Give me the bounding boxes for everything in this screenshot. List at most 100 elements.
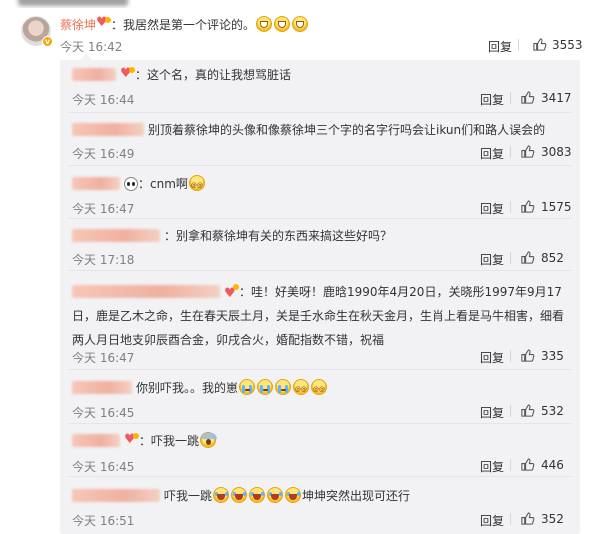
reply-list: ：这个名，真的让我想骂脏话 今天 16:44 回复 3417 别顶着蔡徐坤的头像… [60,54,580,534]
heart-member-icon [96,15,112,31]
reply-body: ：这个名，真的让我想骂脏话 [135,68,292,82]
reply-button[interactable]: 回复 [480,512,504,529]
reply-body: 坤坤突然出现可还行 [302,489,411,503]
reply-time: 今天 16:49 [72,147,135,161]
main-comment: v 蔡徐坤 ：我居然是第一个评论的。 今天 16:42 回复 3553 [0,8,601,60]
verified-badge-icon: v [42,36,53,47]
reply-time: 今天 16:51 [72,514,135,528]
blurred-username[interactable] [72,229,160,242]
reply-text: ：这个名，真的让我想骂脏话 [72,65,572,84]
blurred-username[interactable] [72,489,160,502]
like-count: 446 [541,457,564,472]
reply-text: 你别吓我。。我的崽 [72,379,572,399]
blurred-username[interactable] [72,177,120,190]
blurred-username[interactable] [72,381,132,394]
like-button[interactable]: 532 [520,403,564,418]
divider [510,146,511,158]
crying-emoji-icon [275,379,292,395]
divider [518,39,519,51]
divider [510,405,511,417]
list-item: ：这个名，真的让我想骂脏话 今天 16:44 回复 3417 [60,60,580,112]
reply-body: 日，鹿是乙木之命，生在春天辰土月，关是壬水命生在秋天金月，生肖上看是马牛相害，细… [72,309,565,323]
like-count: 532 [541,403,564,418]
blurred-username[interactable] [72,123,144,136]
reply-text: ：别拿和蔡徐坤有关的东西来搞这些好吗？ [72,227,572,245]
divider [510,459,511,471]
reply-text: 吓我一跳 坤坤突然出现可还行 [72,487,572,505]
like-button[interactable]: 1575 [520,199,572,214]
reply-time: 今天 16:45 [72,460,135,474]
panda-icon [124,177,138,191]
like-button[interactable]: 3417 [520,90,572,105]
scared-emoji-icon [200,432,218,448]
blurred-username[interactable] [72,68,116,81]
grin-emoji-icon [274,16,291,32]
like-button[interactable]: 852 [520,250,564,265]
reply-time: 今天 16:47 [72,202,135,216]
crying-emoji-icon [239,379,256,395]
reply-time: 今天 16:45 [72,406,135,420]
list-item: ：cnm啊 今天 16:47 回复 1575 [60,165,580,218]
like-count: 3553 [552,37,583,52]
divider [510,201,511,213]
reply-button[interactable]: 回复 [488,38,512,55]
list-item: ：别拿和蔡徐坤有关的东西来搞这些好吗？ 今天 17:18 回复 852 [60,218,580,270]
laughing-emoji-icon [285,487,302,503]
reply-body: ：cnm啊 [138,177,188,191]
reply-button[interactable]: 回复 [480,145,504,162]
reply-body: ：别拿和蔡徐坤有关的东西来搞这些好吗？ [164,229,393,243]
divider [510,92,511,104]
comment-body: ：我居然是第一个评论的。 [111,18,256,32]
reply-text: ：吓我一跳 [72,431,572,450]
reply-body: 别顶着蔡徐坤的头像和像蔡徐坤三个字的名字行吗会让ikun们和路人误会的 [148,123,546,137]
like-button[interactable]: 335 [520,348,564,363]
dizzy-emoji-icon [311,379,328,399]
laughing-emoji-icon [249,487,266,503]
like-count: 3417 [541,90,572,105]
blurred-username[interactable] [72,285,220,298]
reply-button[interactable]: 回复 [480,349,504,366]
dizzy-emoji-icon [188,175,205,195]
list-item: 吓我一跳 坤坤突然出现可还行 今天 16:51 回复 352 [60,476,580,534]
divider [510,513,511,525]
divider [510,350,511,362]
reply-text: ：哇！好美呀！鹿晗1990年4月20日，关晓彤1997年9月17 日，鹿是乙木之… [72,280,572,352]
reply-button[interactable]: 回复 [480,200,504,217]
thumbs-up-icon [521,200,535,213]
like-button[interactable]: 3553 [532,37,583,52]
like-count: 3083 [541,144,572,159]
reply-button[interactable]: 回复 [480,458,504,475]
divider [510,252,511,264]
reply-button[interactable]: 回复 [480,91,504,108]
laughing-emoji-icon [231,487,248,503]
reply-time: 今天 17:18 [72,253,135,267]
like-button[interactable]: 352 [520,511,564,526]
laughing-emoji-icon [267,487,284,503]
list-item: 你别吓我。。我的崽 今天 16:45 回复 532 [60,369,580,423]
reply-button[interactable]: 回复 [480,251,504,268]
comment-time: 今天 16:42 [60,40,123,54]
reply-body: 你别吓我。。我的崽 [136,381,239,395]
heart-member-icon [120,65,135,83]
like-button[interactable]: 446 [520,457,564,472]
comment-text: 蔡徐坤 ：我居然是第一个评论的。 [60,15,309,33]
thumbs-up-icon [521,145,535,158]
thumbs-up-icon [521,91,535,104]
reply-button[interactable]: 回复 [480,404,504,421]
thumbs-up-icon [521,404,535,417]
reply-time: 今天 16:47 [72,351,135,365]
blurred-username[interactable] [72,434,120,447]
reply-time: 今天 16:44 [72,93,135,107]
avatar[interactable]: v [21,16,53,47]
like-button[interactable]: 3083 [520,144,572,159]
thumbs-up-icon [533,38,547,51]
list-item: ：哇！好美呀！鹿晗1990年4月20日，关晓彤1997年9月17 日，鹿是乙木之… [60,270,580,369]
reply-body: 吓我一跳 [164,489,213,503]
thumbs-up-icon [521,458,535,471]
reply-body: ：哇！好美呀！鹿晗1990年4月20日，关晓彤1997年9月17 [239,285,562,299]
reply-text: 别顶着蔡徐坤的头像和像蔡徐坤三个字的名字行吗会让ikun们和路人误会的 [72,121,572,139]
thumbs-up-icon [521,349,535,362]
username-link[interactable]: 蔡徐坤 [60,18,96,32]
dizzy-emoji-icon [293,379,310,399]
thumbs-up-icon [521,512,535,525]
